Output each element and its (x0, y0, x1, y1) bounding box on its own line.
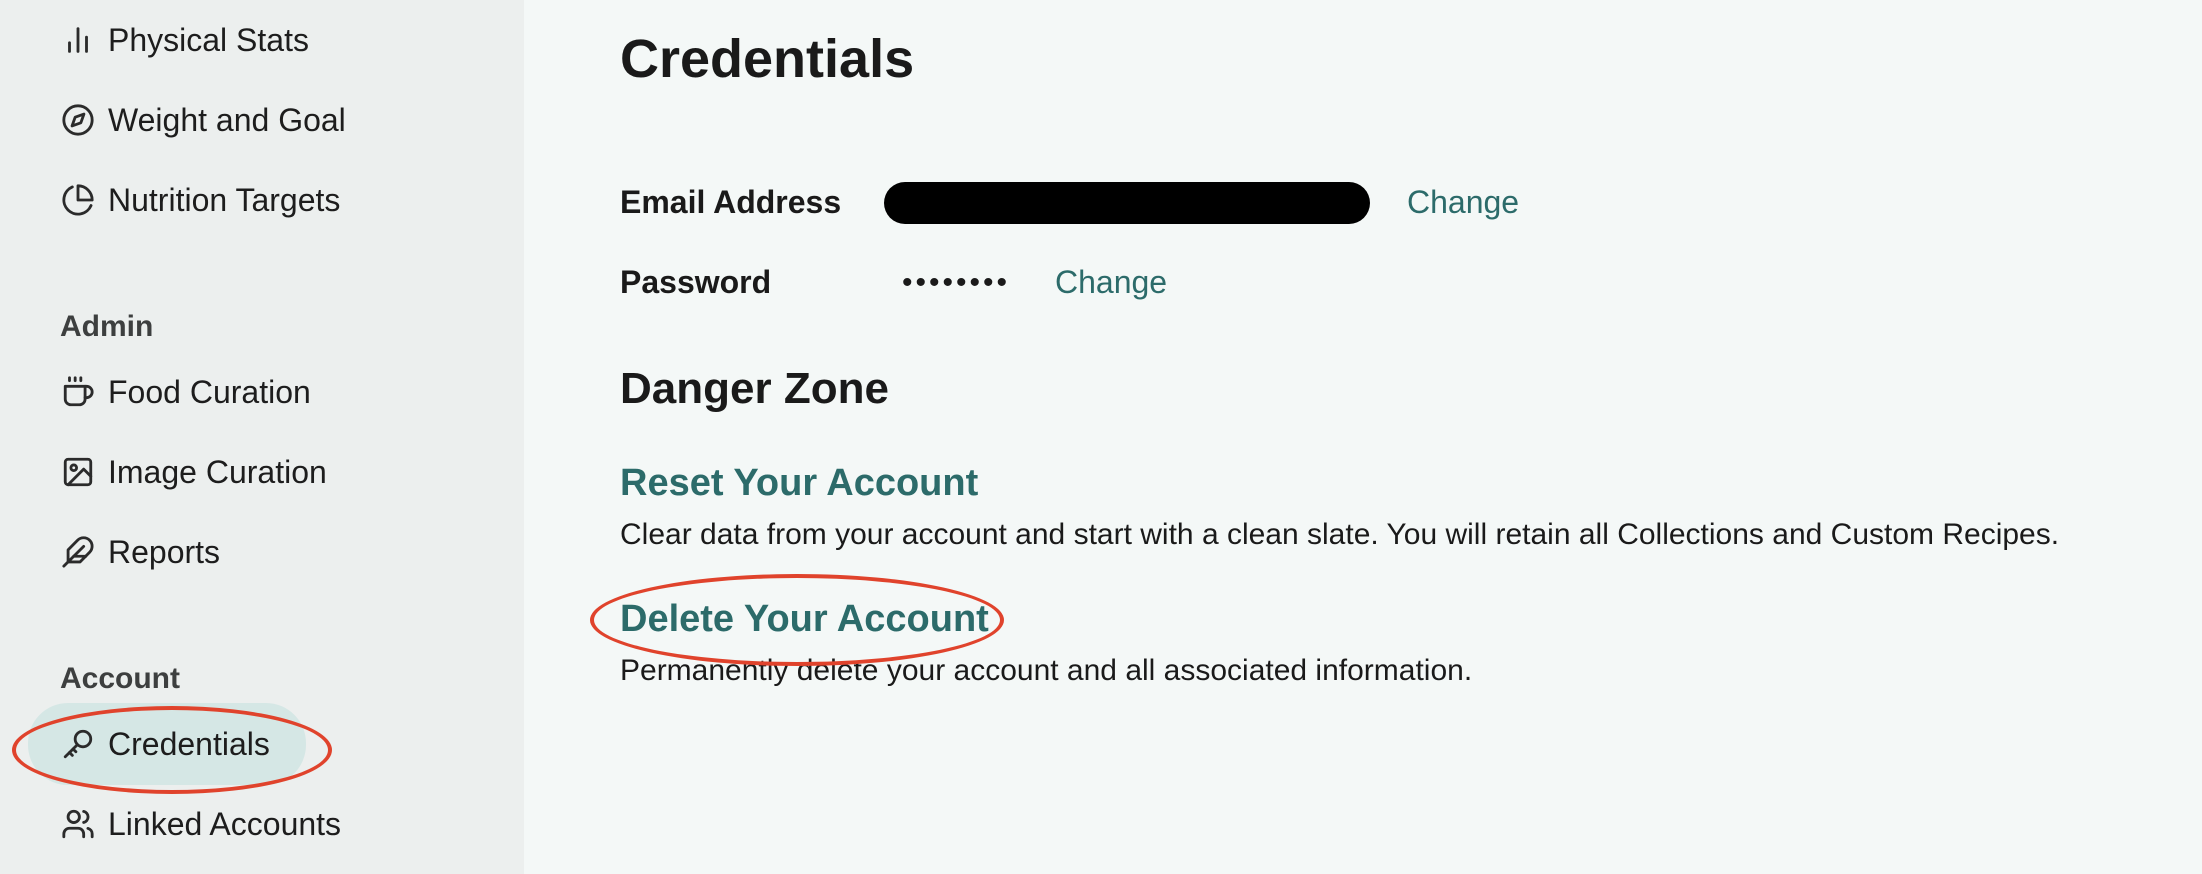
email-label: Email Address (620, 184, 842, 220)
feather-icon (60, 534, 96, 570)
section-label-account: Account (60, 662, 180, 695)
reset-account-link[interactable]: Reset Your Account (620, 462, 978, 505)
coffee-cup-icon (60, 374, 96, 410)
sidebar-item-credentials[interactable]: Credentials (60, 714, 270, 774)
change-email-link[interactable]: Change (1407, 184, 1519, 221)
bar-chart-icon (60, 22, 96, 58)
key-icon (60, 726, 96, 762)
users-icon (60, 806, 96, 842)
sidebar-item-label: Linked Accounts (108, 805, 342, 842)
change-password-link[interactable]: Change (1055, 264, 1167, 301)
password-label: Password (620, 264, 772, 300)
sidebar-item-label: Physical Stats (108, 21, 309, 58)
compass-icon (60, 102, 96, 138)
sidebar-item-label: Nutrition Targets (108, 181, 341, 218)
delete-account-link[interactable]: Delete Your Account (620, 598, 989, 641)
sidebar-item-linked-accounts[interactable]: Linked Accounts (60, 794, 341, 854)
sidebar-item-label: Credentials (108, 725, 270, 762)
danger-zone-heading: Danger Zone (620, 364, 889, 413)
sidebar-item-label: Weight and Goal (108, 101, 346, 138)
image-icon (60, 454, 96, 490)
password-mask: •••••••• (902, 266, 1011, 299)
reset-account-description: Clear data from your account and start w… (620, 518, 2060, 551)
sidebar-item-label: Food Curation (108, 373, 311, 410)
sidebar-item-physical-stats[interactable]: Physical Stats (60, 10, 309, 70)
sidebar-item-label: Image Curation (108, 453, 327, 490)
page-title: Credentials (620, 29, 915, 89)
sidebar-item-weight-and-goal[interactable]: Weight and Goal (60, 90, 346, 150)
section-label-admin: Admin (60, 310, 154, 343)
redacted-email-value (884, 182, 1370, 224)
sidebar-item-reports[interactable]: Reports (60, 522, 220, 582)
sidebar-item-image-curation[interactable]: Image Curation (60, 442, 327, 502)
pie-chart-icon (60, 182, 96, 218)
sidebar: Physical Stats Weight and Goal Nutrition… (0, 0, 524, 874)
sidebar-item-food-curation[interactable]: Food Curation (60, 362, 311, 422)
sidebar-item-label: Reports (108, 533, 221, 570)
delete-account-description: Permanently delete your account and all … (620, 654, 1473, 687)
sidebar-item-nutrition-targets[interactable]: Nutrition Targets (60, 170, 340, 230)
